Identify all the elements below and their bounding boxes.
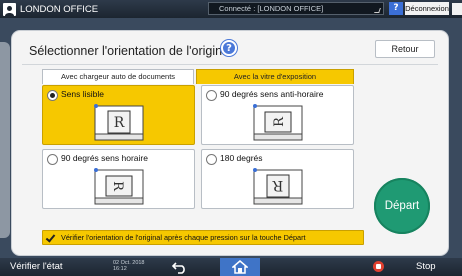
glass-upside-down-icon: R [252,168,302,205]
orientation-dialog: Sélectionner l'orientation de l'original… [12,31,448,255]
option-readable[interactable]: Sens lisible R [42,85,195,145]
glass-upright-icon: R [93,104,143,141]
checkmark-icon [45,232,56,243]
user-icon [3,2,16,16]
date-time: 02 Oct. 2018 16:12 [113,260,145,272]
glass-rotated-ccw-icon: R [252,104,302,141]
option-label: 90 degrés sens anti-horaire [220,89,324,99]
time-label: 16:12 [113,266,127,272]
option-label: 180 degrés [220,153,263,163]
bottom-bar: Vérifier l'état 02 Oct. 2018 16:12 Stop [0,258,462,276]
top-bar: LONDON OFFICE Connecté : [LONDON OFFICE]… [0,0,462,18]
orientation-options: Sens lisible R 90 degrés sens anti-horai… [42,85,354,209]
glass-rotated-cw-icon: R [93,168,143,205]
radio-button[interactable] [47,154,58,165]
svg-text:R: R [113,115,124,131]
back-button[interactable]: Retour [375,40,435,58]
tab-adf[interactable]: Avec chargeur auto de documents [42,69,194,84]
user-name: LONDON OFFICE [20,3,99,15]
connection-status[interactable]: Connecté : [LONDON OFFICE] [208,2,384,15]
option-label: Sens lisible [61,89,104,99]
resize-icon [374,8,381,13]
tab-exposure-glass[interactable]: Avec la vitre d'exposition [196,69,354,84]
home-icon [232,260,248,274]
svg-text:R: R [272,116,287,127]
option-90-cw[interactable]: 90 degrés sens horaire R [42,149,195,209]
option-180[interactable]: 180 degrés R [201,149,354,209]
start-button[interactable]: Départ [374,178,430,234]
radio-button[interactable] [206,90,217,101]
radio-button[interactable] [47,90,58,101]
side-panel-tab[interactable] [0,42,10,238]
help-button[interactable]: ? [221,40,237,56]
radio-button[interactable] [206,154,217,165]
divider [22,64,438,65]
home-button[interactable] [220,258,260,276]
option-label: 90 degrés sens horaire [61,153,148,163]
svg-text:R: R [272,177,283,193]
connection-label: Connecté : [LONDON OFFICE] [219,4,324,13]
energy-saver-button[interactable] [452,3,462,15]
help-button-top[interactable]: ? [389,2,403,15]
stop-icon[interactable] [373,261,384,272]
logout-button[interactable]: Déconnexion [405,2,449,15]
dialog-title: Sélectionner l'orientation de l'original [29,44,232,58]
stop-button[interactable]: Stop [416,261,436,272]
check-status-button[interactable]: Vérifier l'état [10,261,63,272]
svg-text:R: R [110,181,125,192]
option-90-ccw[interactable]: 90 degrés sens anti-horaire R [201,85,354,145]
verify-orientation-checkbox[interactable]: Vérifier l'orientation de l'original apr… [42,230,364,245]
verify-label: Vérifier l'orientation de l'original apr… [61,233,306,242]
back-arrow-icon[interactable] [172,260,188,274]
